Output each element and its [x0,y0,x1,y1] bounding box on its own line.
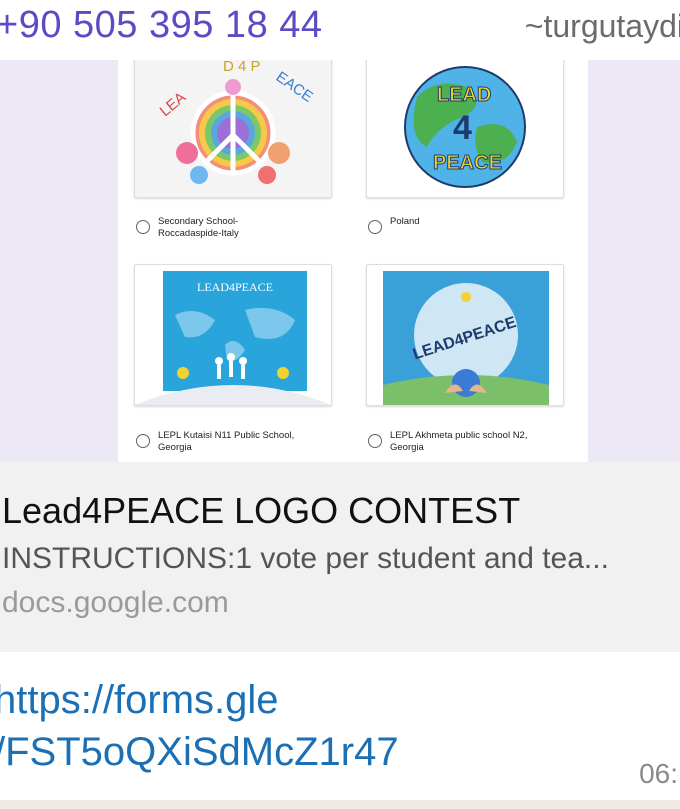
message-url-link[interactable]: https://forms.gle /FST5oQXiSdMcZ1r47 [0,674,554,778]
svg-text:4: 4 [453,109,472,147]
option-row-1[interactable]: Secondary School- Roccadaspide-Italy [136,216,338,240]
sender-name: ~turgutaydi [524,8,680,44]
link-preview-image[interactable]: LEA D 4 P EACE Secondary School- Roccada… [0,60,680,462]
message-timestamp: 06: [639,758,678,789]
hands-globe-logo: LEAD4PEACE [367,265,563,405]
link-description: INSTRUCTIONS:1 vote per student and tea.… [2,542,609,575]
radio-button[interactable] [368,220,382,234]
radio-button[interactable] [136,434,150,448]
option-row-2[interactable]: Poland [368,216,570,234]
option-image-4: LEAD4PEACE [366,264,564,406]
link-title: Lead4PEACE LOGO CONTEST [2,490,521,531]
link-preview-card[interactable]: Lead4PEACE LOGO CONTEST INSTRUCTIONS:1 v… [0,462,680,652]
message-header: +90 505 395 18 44 ~turgutaydi [0,0,680,60]
logo-text: LEAD4PEACE [197,280,273,294]
radio-button[interactable] [136,220,150,234]
option-label: LEPL Akhmeta public school N2, Georgia [390,430,528,453]
form-preview: LEA D 4 P EACE Secondary School- Roccada… [118,60,588,462]
url-line-1[interactable]: https://forms.gle [0,674,554,726]
globe-peace-logo: LEAD 4 PEACE [367,60,563,197]
next-message-edge [0,800,680,809]
option-row-4[interactable]: LEPL Akhmeta public school N2, Georgia [368,430,570,454]
rainbow-peace-logo: LEA D 4 P EACE [135,60,331,197]
link-domain: docs.google.com [2,586,229,619]
option-label: Poland [390,216,420,227]
sender-phone[interactable]: +90 505 395 18 44 [0,4,323,47]
world-map-logo: LEAD4PEACE [135,265,331,405]
option-label: Secondary School- Roccadaspide-Italy [158,216,239,239]
option-label: LEPL Kutaisi N11 Public School, Georgia [158,430,295,453]
option-image-2: LEAD 4 PEACE [366,60,564,198]
svg-text:LEAD: LEAD [437,84,491,106]
svg-text:PEACE: PEACE [433,152,502,174]
url-line-2[interactable]: /FST5oQXiSdMcZ1r47 [0,726,554,778]
svg-text:D 4 P: D 4 P [223,60,261,75]
option-image-3: LEAD4PEACE [134,264,332,406]
option-image-1: LEA D 4 P EACE [134,60,332,198]
radio-button[interactable] [368,434,382,448]
option-row-3[interactable]: LEPL Kutaisi N11 Public School, Georgia [136,430,338,454]
